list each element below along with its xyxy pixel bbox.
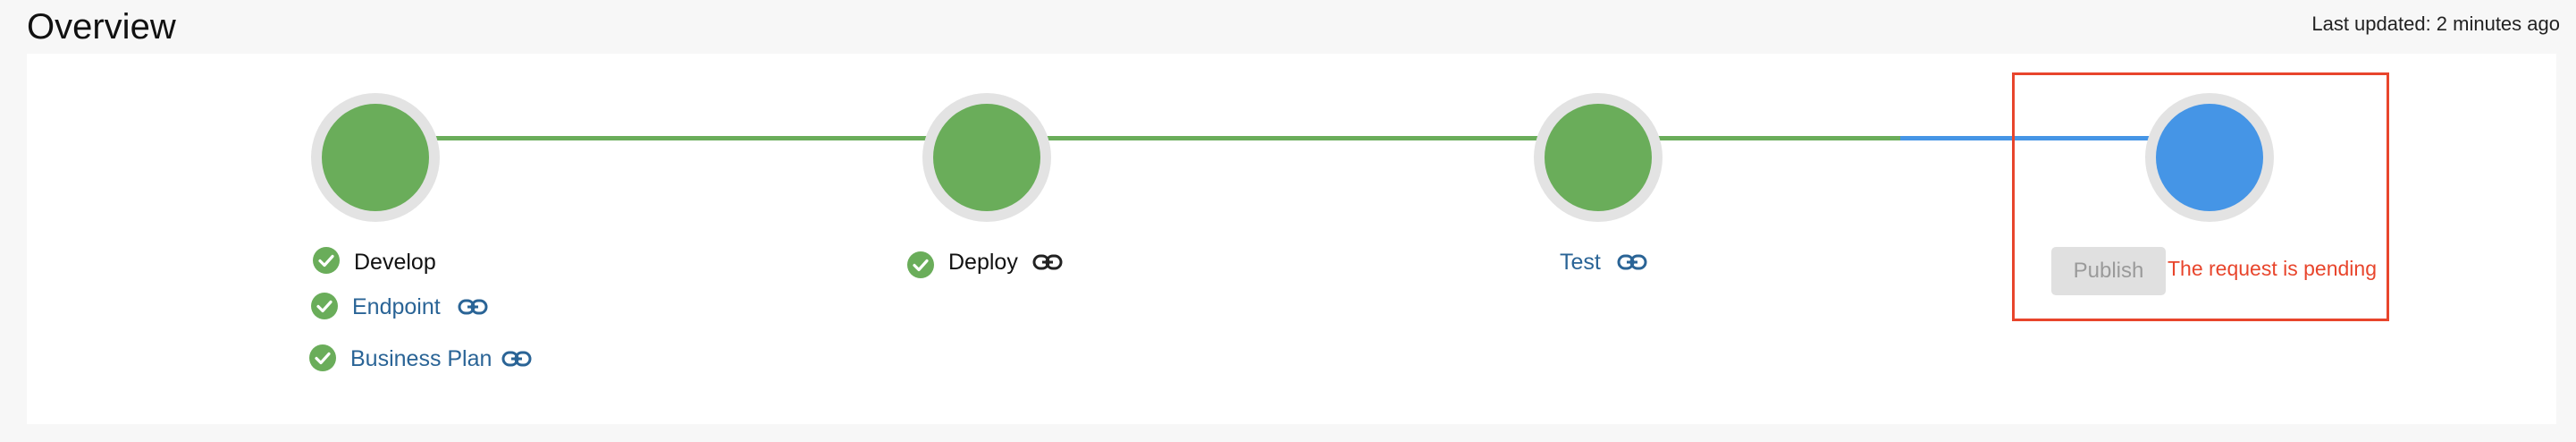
track-test-publish-complete [1655, 136, 1900, 140]
link-icon[interactable] [1617, 252, 1647, 272]
business-plan-link[interactable]: Business Plan [350, 345, 492, 372]
deploy-label: Deploy [948, 250, 1018, 275]
stage-dot-develop [322, 104, 429, 211]
last-updated-text: Last updated: 2 minutes ago [2311, 13, 2560, 35]
stage-node-deploy [922, 93, 1051, 222]
track-deploy-test [1044, 136, 1541, 140]
link-icon[interactable] [458, 297, 488, 317]
stage-dot-test [1545, 104, 1652, 211]
track-develop-deploy [433, 136, 930, 140]
link-icon[interactable] [501, 349, 532, 369]
stage-node-test [1534, 93, 1663, 222]
page-title: Overview [27, 7, 176, 47]
check-circle-icon [313, 247, 340, 274]
develop-label: Develop [354, 250, 436, 275]
check-circle-icon [907, 251, 934, 278]
test-link[interactable]: Test [1560, 249, 1601, 276]
pending-status-text: The request is pending [2168, 257, 2377, 280]
stage-dot-deploy [933, 104, 1040, 211]
publish-button[interactable]: Publish [2051, 247, 2166, 295]
link-icon[interactable] [1032, 252, 1063, 272]
endpoint-link[interactable]: Endpoint [352, 293, 441, 320]
stage-node-develop [311, 93, 440, 222]
check-circle-icon [309, 344, 336, 371]
check-circle-icon [311, 293, 338, 319]
